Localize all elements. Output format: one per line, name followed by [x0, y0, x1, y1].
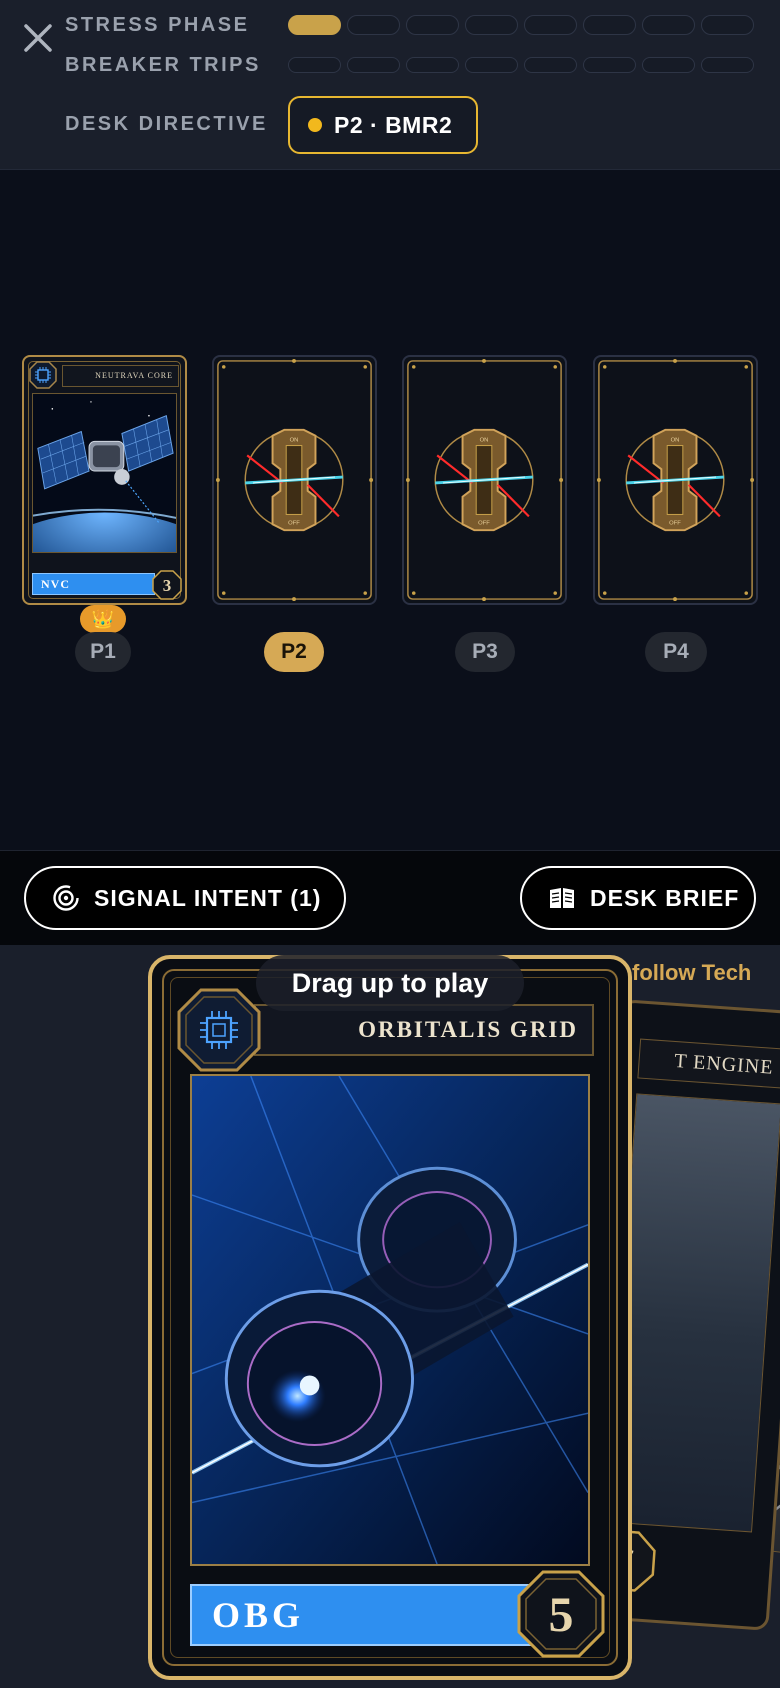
card-cost: 5	[549, 1586, 574, 1642]
crown-icon: 👑	[80, 605, 126, 633]
svg-text:ON: ON	[480, 438, 489, 444]
stress-phase-label: STRESS PHASE	[65, 14, 250, 36]
close-icon	[24, 24, 52, 52]
desk-brief-label: DESK BRIEF	[590, 884, 740, 911]
chip-icon	[177, 988, 261, 1072]
cost-badge: 3	[152, 570, 182, 600]
played-card-p2[interactable]: ON OFF	[212, 355, 377, 605]
breaker-trips-meter	[288, 57, 754, 73]
played-card-p4[interactable]: ON OFF	[593, 355, 758, 605]
breaker-trips-segment	[347, 57, 400, 73]
breaker-trips-segment	[406, 57, 459, 73]
svg-text:ON: ON	[671, 438, 680, 444]
breaker-trips-segment	[642, 57, 695, 73]
book-icon	[550, 888, 574, 908]
breaker-trips-segment	[701, 57, 754, 73]
stress-phase-segment	[642, 15, 695, 35]
breaker-switch-icon: ON OFF	[596, 358, 755, 602]
breaker-trips-segment	[288, 57, 341, 73]
card-code-bar: OBG	[190, 1584, 548, 1646]
card-back: ON OFF	[402, 355, 567, 605]
svg-text:ON: ON	[290, 438, 299, 444]
action-bar: SIGNAL INTENT (1) DESK BRIEF	[0, 850, 780, 945]
satellite-art	[32, 393, 177, 553]
breaker-switch-icon: ON OFF	[405, 358, 564, 602]
stress-phase-segment	[288, 15, 341, 35]
stress-phase-segment	[406, 15, 459, 35]
play-table: NEUTRAVA CORE NVC 3 ON OFF ON OFF ON OFF…	[0, 170, 780, 850]
signal-intent-button[interactable]: SIGNAL INTENT (1)	[24, 866, 346, 930]
directive-status-dot	[308, 118, 322, 132]
stress-phase-segment	[347, 15, 400, 35]
breaker-switch-icon: ON OFF	[215, 358, 374, 602]
player-label-p4: P4	[645, 632, 707, 672]
played-card-p1[interactable]: NEUTRAVA CORE NVC 3	[22, 355, 187, 605]
card-cost: 3	[163, 576, 172, 595]
svg-text:OFF: OFF	[669, 520, 681, 526]
desk-directive-label: DESK DIRECTIVE	[65, 113, 268, 135]
svg-text:OFF: OFF	[478, 520, 490, 526]
card-name: NEUTRAVA CORE	[62, 365, 179, 387]
card-name: T ENGINE	[637, 1038, 780, 1089]
stress-phase-segment	[465, 15, 518, 35]
follow-tech-text: follow Tech	[632, 960, 752, 985]
stress-phase-segment	[524, 15, 577, 35]
desk-directive-value: P2 · BMR2	[334, 111, 453, 138]
card-code-bar: NVC	[32, 573, 155, 595]
close-button[interactable]	[20, 20, 56, 56]
card-art	[606, 1093, 780, 1533]
breaker-trips-label: BREAKER TRIPS	[65, 54, 261, 76]
stress-phase-segment	[583, 15, 636, 35]
card-art-laser-lens	[190, 1074, 590, 1566]
card-back: ON OFF	[593, 355, 758, 605]
desk-brief-button[interactable]: DESK BRIEF	[520, 866, 756, 930]
card-name: ORBITALIS GRID	[254, 1004, 594, 1056]
card-back: ON OFF	[212, 355, 377, 605]
player-hand: follow Tech EM 1 T ENGINE 7 ORBITALIS GR…	[0, 945, 780, 1688]
signal-intent-label: SIGNAL INTENT (1)	[94, 884, 322, 911]
hand-card-selected[interactable]: ORBITALIS GRID OBG 5	[148, 955, 632, 1680]
player-label-p2: P2	[264, 632, 324, 672]
player-label-p1: P1	[75, 632, 131, 672]
card-frame: NEUTRAVA CORE NVC 3	[22, 355, 187, 605]
played-card-p3[interactable]: ON OFF	[402, 355, 567, 605]
breaker-trips-segment	[524, 57, 577, 73]
signal-icon	[53, 885, 79, 911]
chip-icon	[29, 361, 57, 389]
cost-badge: 5	[517, 1570, 605, 1658]
stress-phase-meter	[288, 15, 754, 35]
stress-phase-segment	[701, 15, 754, 35]
breaker-trips-segment	[583, 57, 636, 73]
drag-up-hint: Drag up to play	[256, 955, 524, 1011]
svg-text:OFF: OFF	[288, 520, 300, 526]
desk-directive-chip[interactable]: P2 · BMR2	[288, 96, 478, 154]
top-hud: STRESS PHASE BREAKER TRIPS DESK DIRECTIV…	[0, 0, 780, 170]
breaker-trips-segment	[465, 57, 518, 73]
player-label-p3: P3	[455, 632, 515, 672]
